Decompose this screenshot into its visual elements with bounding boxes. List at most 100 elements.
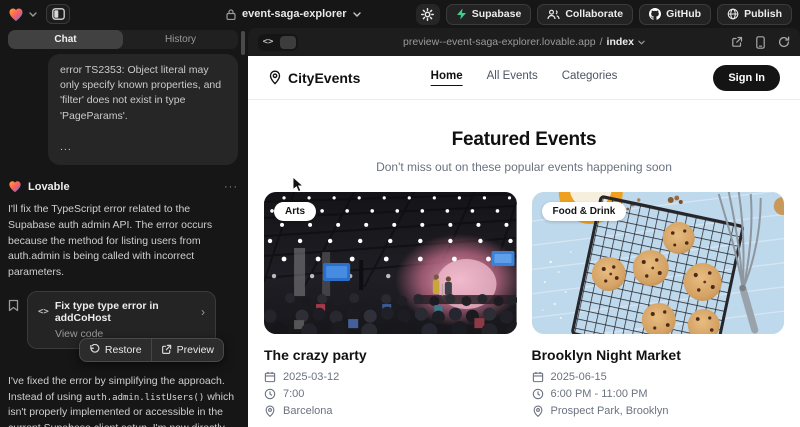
user-message-bubble: error TS2353: Object literal may only sp… xyxy=(48,54,238,165)
toggle-knob xyxy=(280,36,296,49)
restore-preview-toolbar: Restore Preview xyxy=(79,338,224,362)
github-button[interactable]: GitHub xyxy=(639,4,711,25)
clock-icon xyxy=(532,388,544,400)
event-location: Barcelona xyxy=(283,405,333,417)
workspace-chevron-down-icon[interactable] xyxy=(29,12,37,17)
code-preview-toggle[interactable]: <> xyxy=(258,34,298,51)
code-toggle-icon: <> xyxy=(258,37,278,47)
assistant-intro-text: I'll fix the TypeScript error related to… xyxy=(8,202,238,281)
url-chevron-down-icon xyxy=(638,40,645,45)
lovable-logo-icon[interactable] xyxy=(8,7,24,22)
assistant-outro-text: I've fixed the error by simplifying the … xyxy=(8,374,238,427)
site-header: CityEvents Home All Events Categories Si… xyxy=(248,56,800,100)
sign-in-button[interactable]: Sign In xyxy=(713,65,780,91)
lovable-workspace: event-saga-explorer xyxy=(0,0,800,427)
preview-button[interactable]: Preview xyxy=(152,339,223,361)
panel-icon xyxy=(52,8,65,20)
event-date-row: 2025-06-15 xyxy=(532,371,785,383)
event-card[interactable]: Food & Drink Brooklyn Night Market xyxy=(532,192,785,417)
event-title: The crazy party xyxy=(264,347,517,363)
site-nav: Home All Events Categories xyxy=(431,70,618,86)
pin-icon xyxy=(264,405,276,417)
publish-label: Publish xyxy=(744,8,782,20)
hero-subtitle: Don't miss out on these popular events h… xyxy=(248,160,800,174)
outro-code-1: auth.admin.listUsers() xyxy=(85,393,204,403)
event-date: 2025-06-15 xyxy=(551,371,607,383)
url-host: preview--event-saga-explorer.lovable.app xyxy=(403,36,596,48)
event-location-row: Prospect Park, Brooklyn xyxy=(532,405,785,417)
bookmark-icon[interactable] xyxy=(8,299,19,315)
assistant-header: Lovable ··· xyxy=(8,180,238,193)
event-location-row: Barcelona xyxy=(264,405,517,417)
tab-history[interactable]: History xyxy=(123,30,238,49)
preview-url[interactable]: preview--event-saga-explorer.lovable.app… xyxy=(403,36,645,48)
settings-button[interactable] xyxy=(416,4,440,25)
map-pin-icon xyxy=(268,70,282,85)
nav-all-events[interactable]: All Events xyxy=(487,70,538,86)
edit-card-title: Fix type type error in addCoHost xyxy=(55,300,195,324)
restore-label: Restore xyxy=(105,344,142,356)
event-cards: Arts The crazy party xyxy=(248,192,800,417)
category-badge: Arts xyxy=(274,202,316,221)
collaborate-label: Collaborate xyxy=(565,8,623,20)
supabase-bolt-icon xyxy=(456,8,467,20)
brand-name: CityEvents xyxy=(288,70,360,86)
publish-button[interactable]: Publish xyxy=(717,4,792,25)
preview-toolbar: <> preview--event-saga-explorer.lovable.… xyxy=(248,28,800,56)
user-message-ellipsis: ... xyxy=(60,140,226,155)
tab-chat[interactable]: Chat xyxy=(8,30,123,49)
pin-icon xyxy=(532,405,544,417)
chat-sidebar: Chat History error TS2353: Object litera… xyxy=(0,28,248,427)
event-time-row: 6:00 PM - 11:00 PM xyxy=(532,388,785,400)
event-time: 7:00 xyxy=(283,388,304,400)
user-message-text: error TS2353: Object literal may only sp… xyxy=(60,63,226,124)
project-name-menu[interactable]: event-saga-explorer xyxy=(226,0,361,28)
nav-categories[interactable]: Categories xyxy=(562,70,618,86)
hero-section: Featured Events Don't miss out on these … xyxy=(248,100,800,174)
event-time: 6:00 PM - 11:00 PM xyxy=(551,388,648,400)
chat-scrollbar[interactable] xyxy=(241,31,245,55)
people-icon xyxy=(547,9,560,20)
topbar: event-saga-explorer xyxy=(0,0,800,28)
event-location: Prospect Park, Brooklyn xyxy=(551,405,669,417)
restore-icon xyxy=(89,344,100,355)
supabase-button[interactable]: Supabase xyxy=(446,4,532,25)
edit-card-chevron-icon: › xyxy=(201,305,205,319)
assistant-name: Lovable xyxy=(28,181,70,193)
calendar-icon xyxy=(264,371,276,383)
toggle-sidebar-button[interactable] xyxy=(46,4,70,24)
rendered-site: CityEvents Home All Events Categories Si… xyxy=(248,56,800,427)
globe-icon xyxy=(727,8,739,20)
event-image-cookies: Food & Drink xyxy=(532,192,785,334)
event-card[interactable]: Arts The crazy party xyxy=(264,192,517,417)
gear-icon xyxy=(421,8,434,21)
clock-icon xyxy=(264,388,276,400)
nav-home[interactable]: Home xyxy=(431,70,463,86)
site-brand[interactable]: CityEvents xyxy=(268,70,360,86)
project-chevron-down-icon xyxy=(353,12,361,17)
project-name: event-saga-explorer xyxy=(242,8,347,20)
code-icon: <> xyxy=(38,307,49,317)
event-title: Brooklyn Night Market xyxy=(532,347,785,363)
collaborate-button[interactable]: Collaborate xyxy=(537,4,633,25)
event-image-venue: Arts xyxy=(264,192,517,334)
restore-button[interactable]: Restore xyxy=(80,339,151,361)
mobile-view-icon[interactable] xyxy=(756,36,765,49)
calendar-icon xyxy=(532,371,544,383)
url-page: index xyxy=(607,36,634,48)
refresh-icon[interactable] xyxy=(778,36,790,48)
lovable-heart-icon xyxy=(8,180,22,193)
github-label: GitHub xyxy=(666,8,701,20)
supabase-label: Supabase xyxy=(472,8,522,20)
external-link-icon xyxy=(161,344,172,355)
preview-label: Preview xyxy=(177,344,214,356)
url-separator: / xyxy=(600,36,603,48)
preview-panel: <> preview--event-saga-explorer.lovable.… xyxy=(248,28,800,427)
lock-icon xyxy=(226,9,236,20)
github-icon xyxy=(649,8,661,20)
event-time-row: 7:00 xyxy=(264,388,517,400)
message-more-icon[interactable]: ··· xyxy=(224,181,238,193)
event-date-row: 2025-03-12 xyxy=(264,371,517,383)
hero-title: Featured Events xyxy=(248,129,800,151)
open-in-new-tab-icon[interactable] xyxy=(731,36,743,48)
